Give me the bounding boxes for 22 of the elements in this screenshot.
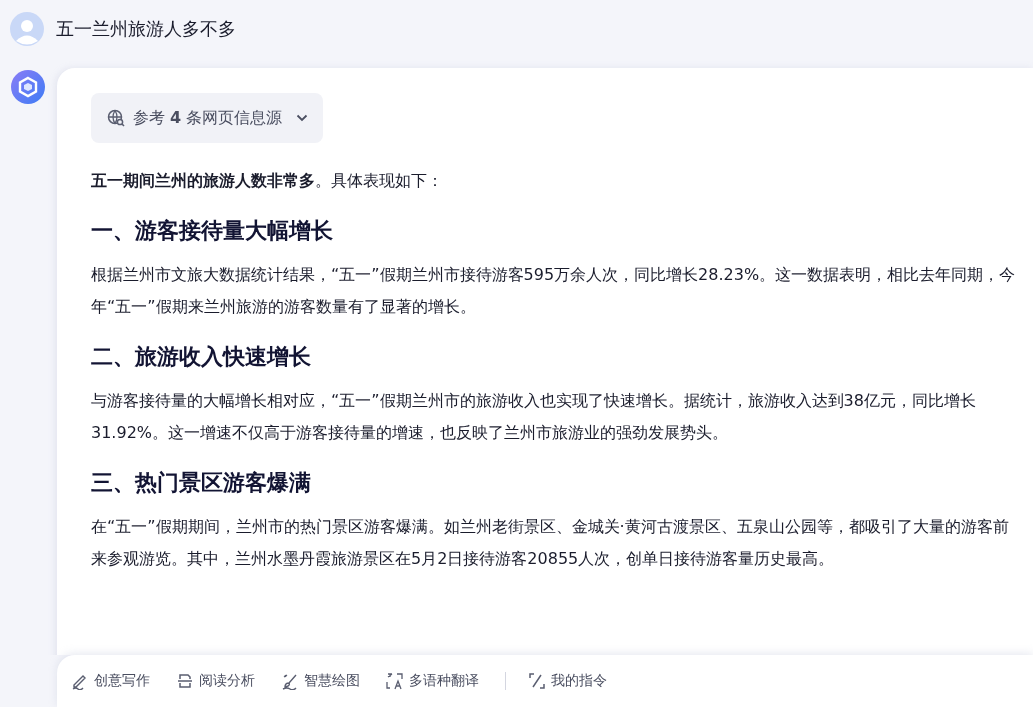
section-paragraph: 在“五一”假期期间，兰州市的热门景区游客爆满。如兰州老街景区、金城关·黄河古渡景区、五泉山公园等，都吸引了大量的游客前来参观游览。其中，兰州水墨丹霞旅游景区在5月2日接待游客20855人次，创单日接待游客量历史最高。 — [91, 516, 1010, 570]
tool-button[interactable]: 多语种翻译 — [386, 672, 489, 690]
tool-button[interactable]: 智慧绘图 — [281, 672, 370, 690]
user-avatar-icon — [10, 12, 44, 46]
brush-icon — [281, 672, 299, 690]
tool-button[interactable]: 创意写作 — [71, 672, 160, 690]
section-heading: 三、热门景区游客爆满 — [91, 469, 312, 497]
section-paragraph: 根据兰州市文旅大数据统计结果，“五一”假期兰州市接待游客595万余人次，同比增长28.23%。这一数据表明，相比去年同期，今年“五一”假期来兰州旅游的游客数量有了显著的增长。 — [91, 264, 1017, 318]
section-heading: 二、旅游收入快速增长 — [91, 343, 312, 371]
chevron-down-icon — [296, 114, 309, 122]
sources-button[interactable]: 参考 4 条网页信息源 — [91, 93, 324, 143]
my-commands-button[interactable]: 我的指令 — [528, 672, 617, 690]
tool-button[interactable]: 阅读分析 — [176, 672, 265, 690]
answer-summary: 五一期间兰州的旅游人数非常多。具体表现如下： — [91, 170, 444, 192]
section-heading: 一、游客接待量大幅增长 — [91, 217, 334, 245]
globe-search-icon — [107, 109, 125, 127]
section-paragraph: 与游客接待量的大幅增长相对应，“五一”假期兰州市的旅游收入也实现了快速增长。据统计，旅游收入达到38亿元，同比增长31.92%。这一增速不仅高于游客接待量的增速，也反映了兰州市旅游业的强劲发展势头。 — [91, 390, 977, 444]
assistant-logo-icon — [11, 70, 45, 104]
translate-icon — [386, 672, 404, 690]
document-icon — [176, 672, 194, 690]
slash-icon — [528, 672, 546, 690]
question-text: 五一兰州旅游人多不多 — [56, 17, 236, 41]
